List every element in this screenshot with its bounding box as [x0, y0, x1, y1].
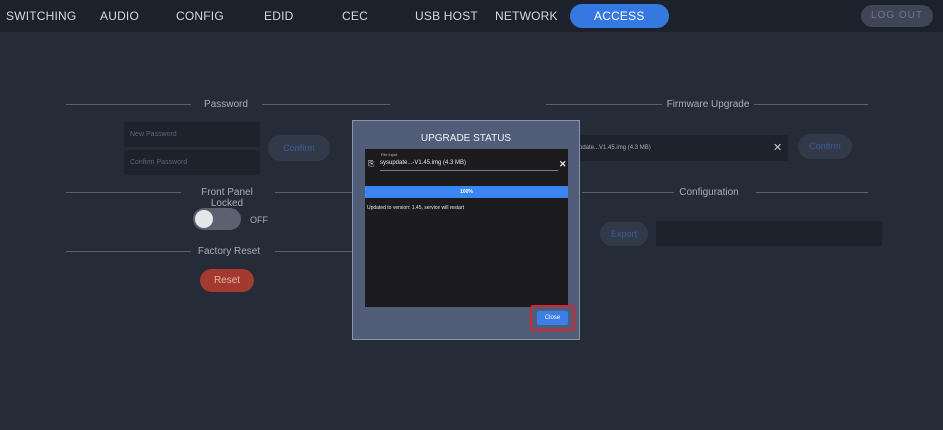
front-panel-title: Front Panel Locked	[201, 187, 253, 209]
upgrade-status-modal: UPGRADE STATUS File input ⎘ sysupdate...…	[352, 120, 580, 340]
modal-title: UPGRADE STATUS	[420, 133, 512, 144]
divider	[275, 192, 355, 193]
progress-bar: 100%	[365, 186, 568, 198]
tab-usb-host[interactable]: USB HOST	[415, 0, 478, 32]
firmware-title: Firmware Upgrade	[666, 99, 750, 110]
confirm-password-input[interactable]: Confirm Password	[124, 150, 260, 175]
toggle-knob	[195, 210, 213, 228]
configuration-title: Configuration	[679, 187, 739, 198]
divider	[66, 104, 191, 105]
file-name: sysupdate...-V1.45.img (4.3 MB)	[380, 160, 467, 166]
divider	[546, 104, 662, 105]
firmware-confirm-button[interactable]: Confirm	[798, 134, 852, 159]
file-input-label: File input	[381, 152, 398, 157]
configuration-field[interactable]	[656, 221, 882, 246]
export-button[interactable]: Export	[600, 222, 648, 246]
tab-network[interactable]: NETWORK	[495, 0, 558, 32]
password-title: Password	[204, 99, 248, 110]
tab-audio[interactable]: AUDIO	[100, 0, 139, 32]
factory-reset-title: Factory Reset	[197, 246, 261, 257]
tab-edid[interactable]: EDID	[264, 0, 293, 32]
close-button-highlight	[530, 305, 575, 331]
divider	[756, 192, 868, 193]
tab-cec[interactable]: CEC	[342, 0, 368, 32]
firmware-file-field[interactable]: pdate...V1.45.img (4.3 MB)	[575, 135, 788, 161]
divider	[66, 251, 191, 252]
file-input-underline	[380, 170, 558, 171]
front-panel-toggle[interactable]	[193, 208, 241, 230]
toggle-state-label: OFF	[250, 215, 268, 225]
new-password-input[interactable]: New Password	[124, 122, 260, 147]
status-message: Updated to version: 1.45, service will r…	[367, 205, 464, 211]
reset-button[interactable]: Reset	[200, 269, 254, 292]
tab-access[interactable]: ACCESS	[570, 4, 669, 28]
tab-config[interactable]: CONFIG	[176, 0, 224, 32]
paperclip-icon: ⎘	[368, 159, 375, 168]
clear-file-icon[interactable]: ✕	[559, 159, 567, 170]
clear-file-icon[interactable]: ✕	[773, 141, 782, 154]
modal-body: File input ⎘ sysupdate...-V1.45.img (4.3…	[365, 149, 568, 307]
top-nav-bar: SWITCHING AUDIO CONFIG EDID CEC USB HOST…	[0, 0, 943, 32]
logout-button[interactable]: LOG OUT	[860, 5, 933, 27]
divider	[262, 104, 390, 105]
divider	[66, 192, 181, 193]
divider	[582, 192, 674, 193]
divider	[275, 251, 355, 252]
divider	[754, 104, 868, 105]
password-confirm-button[interactable]: Confirm	[268, 135, 330, 161]
progress-text: 100%	[460, 189, 473, 195]
tab-switching[interactable]: SWITCHING	[6, 0, 76, 32]
